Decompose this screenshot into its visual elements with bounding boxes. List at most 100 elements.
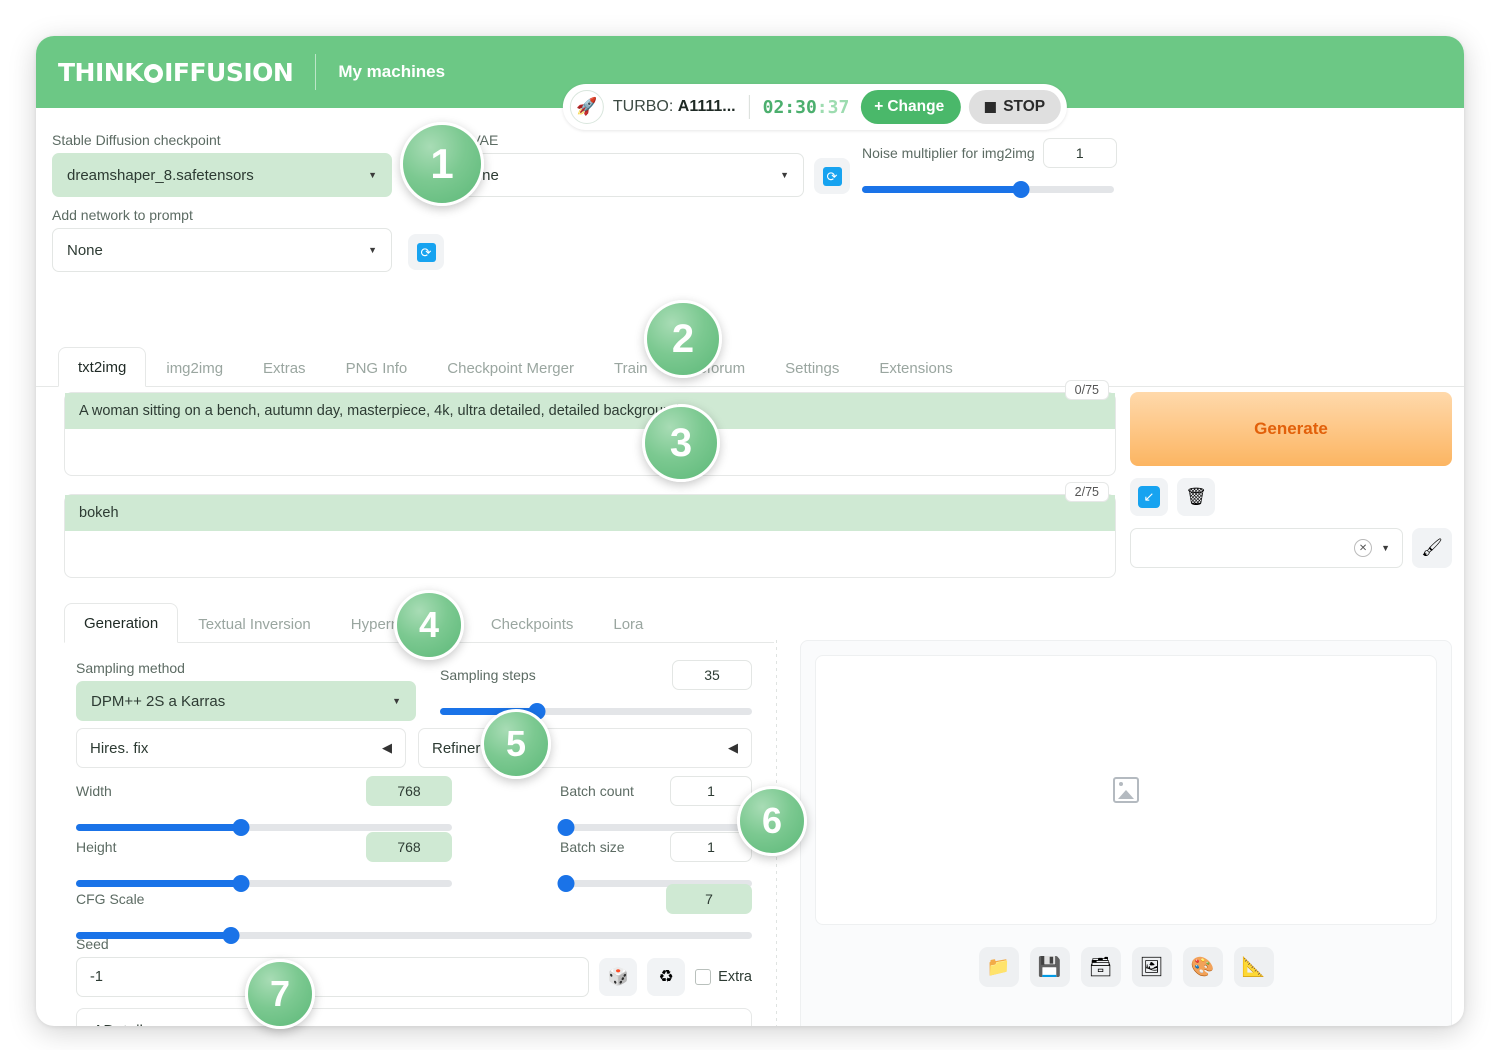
sampling-steps-slider[interactable] — [440, 702, 752, 720]
cfg-scale-value[interactable]: 7 — [666, 884, 752, 914]
machine-name-label: TURBO: A1111... — [613, 98, 736, 116]
batch-count-value[interactable]: 1 — [670, 776, 752, 806]
tab-generation[interactable]: Generation — [64, 603, 179, 643]
callout-badge-2: 2 — [644, 300, 722, 378]
tab-txt2img[interactable]: txt2img — [58, 347, 147, 387]
add-network-label: Add network to prompt — [52, 207, 193, 223]
preview-image-area[interactable] — [815, 655, 1437, 925]
height-value[interactable]: 768 — [366, 832, 452, 862]
paintbrush-icon: 🖌 — [1421, 538, 1443, 557]
rocket-icon: 🚀 — [569, 90, 604, 124]
reuse-seed-button[interactable]: ♻ — [647, 958, 686, 996]
send-to-inpaint-button[interactable]: 🎨 — [1182, 947, 1223, 987]
callout-badge-6: 6 — [737, 786, 807, 856]
tab-settings[interactable]: Settings — [765, 348, 859, 387]
add-network-group: Add network to prompt None ▼ — [52, 207, 392, 272]
cfg-scale-label: CFG Scale — [76, 891, 145, 907]
apply-style-button[interactable]: 🖌 — [1412, 528, 1452, 568]
save-floppy-button[interactable]: 💾 — [1029, 947, 1070, 987]
callout-badge-3: 3 — [642, 404, 720, 482]
pill-divider — [748, 95, 750, 119]
save-zip-icon: 🗃 — [1088, 957, 1113, 978]
seed-label: Seed — [76, 936, 109, 952]
noise-multiplier-value[interactable]: 1 — [1042, 138, 1117, 168]
checkpoint-select[interactable]: dreamshaper_8.safetensors ▼ — [52, 153, 392, 197]
hires-fix-row[interactable]: Hires. fix ◀ — [76, 728, 406, 768]
noise-multiplier-group: Noise multiplier for img2img 1 — [862, 138, 1117, 198]
noise-multiplier-slider[interactable] — [862, 180, 1114, 198]
change-machine-button[interactable]: + Change — [861, 90, 962, 124]
callout-badge-7: 7 — [245, 959, 315, 1029]
send-to-img2img-icon: 🖼 — [1139, 957, 1164, 978]
chevron-left-icon: ◀ — [728, 740, 738, 755]
width-value[interactable]: 768 — [366, 776, 452, 806]
preview-container: 📁 💾 🗃 🖼 🎨 📐 — [800, 640, 1452, 1026]
stop-label: STOP — [1003, 98, 1046, 115]
checkpoint-group: Stable Diffusion checkpoint dreamshaper_… — [52, 132, 392, 197]
save-zip-button[interactable]: 🗃 — [1080, 947, 1121, 987]
stop-square-icon — [985, 101, 997, 113]
chevron-left-icon: ◀ — [382, 740, 392, 755]
add-network-select[interactable]: None ▼ — [52, 228, 392, 272]
refiner-label: Refiner — [432, 739, 481, 757]
my-machines-link[interactable]: My machines — [338, 62, 445, 82]
timer-seconds: :37 — [816, 96, 850, 118]
preview-toolbar: 📁 💾 🗃 🖼 🎨 📐 — [801, 947, 1451, 987]
sampling-method-select[interactable]: DPM++ 2S a Karras ▼ — [76, 681, 416, 721]
refresh-icon: ⟳ — [822, 166, 842, 186]
tab-extras[interactable]: Extras — [243, 348, 326, 387]
logo-think-text: THINK — [58, 57, 144, 87]
positive-prompt-text: A woman sitting on a bench, autumn day, … — [65, 393, 1115, 429]
sd-vae-select[interactable]: None ▼ — [448, 153, 804, 197]
header-divider — [315, 54, 317, 90]
sampling-steps-label: Sampling steps — [440, 667, 536, 683]
tab-checkpoints[interactable]: Checkpoints — [471, 604, 594, 643]
chevron-down-icon[interactable]: ▼ — [1381, 543, 1390, 553]
restore-progress-button[interactable]: ↙ — [1130, 478, 1168, 516]
negative-prompt-box[interactable]: bokeh 2/75 — [64, 482, 1116, 578]
adetailer-header[interactable]: ADetailer ▼ — [77, 1009, 751, 1026]
adetailer-panel: ADetailer ▼ ✓ Enable ADetailer — [76, 1008, 752, 1026]
extra-seed-toggle[interactable]: Extra — [695, 969, 752, 985]
positive-prompt-box[interactable]: A woman sitting on a bench, autumn day, … — [64, 380, 1116, 476]
batch-size-label: Batch size — [560, 839, 625, 855]
generate-button[interactable]: Generate — [1130, 392, 1452, 466]
tab-textual-inversion[interactable]: Textual Inversion — [178, 604, 331, 643]
refresh-icon: ⟳ — [416, 242, 436, 262]
styles-select[interactable]: ✕ ▼ — [1130, 528, 1403, 568]
arrow-into-box-icon: ↙ — [1138, 486, 1160, 508]
clear-x-icon[interactable]: ✕ — [1354, 539, 1373, 557]
seed-input[interactable]: -1 — [76, 957, 590, 997]
send-to-img2img-button[interactable]: 🖼 — [1131, 947, 1172, 987]
save-floppy-icon: 💾 — [1037, 957, 1062, 978]
network-refresh-button[interactable]: ⟳ — [408, 234, 444, 270]
sd-vae-label: SD VAE — [448, 132, 499, 148]
image-placeholder-icon — [1113, 777, 1139, 803]
sampling-method-group: Sampling method DPM++ 2S a Karras ▼ — [76, 660, 416, 721]
vae-refresh-button[interactable]: ⟳ — [814, 158, 850, 194]
recycle-icon: ♻ — [658, 967, 674, 986]
send-to-extras-button[interactable]: 📐 — [1233, 947, 1274, 987]
checkpoint-value: dreamshaper_8.safetensors — [67, 166, 254, 184]
logo-dot-icon — [144, 63, 164, 83]
seed-group: Seed -1 🎲 ♻ Extra — [76, 936, 752, 997]
hires-fix-label: Hires. fix — [90, 739, 149, 757]
noise-multiplier-label: Noise multiplier for img2img — [862, 145, 1035, 161]
tab-lora[interactable]: Lora — [593, 604, 663, 643]
change-label: Change — [887, 98, 945, 115]
stop-machine-button[interactable]: STOP — [969, 90, 1062, 124]
send-to-extras-icon: 📐 — [1241, 957, 1266, 978]
tab-img2img[interactable]: img2img — [146, 348, 243, 387]
sampling-steps-value[interactable]: 35 — [672, 660, 752, 690]
clear-prompt-button[interactable]: 🗑 — [1177, 478, 1215, 516]
refiner-row[interactable]: Refiner ◀ — [418, 728, 752, 768]
folder-icon-button[interactable]: 📁 — [978, 947, 1019, 987]
tab-checkpoint-merger[interactable]: Checkpoint Merger — [427, 348, 594, 387]
extra-checkbox[interactable] — [695, 969, 712, 985]
dice-icon: 🎲 — [607, 967, 629, 986]
random-seed-button[interactable]: 🎲 — [599, 958, 638, 996]
height-label: Height — [76, 839, 117, 855]
tab-png-info[interactable]: PNG Info — [326, 348, 428, 387]
tab-extensions[interactable]: Extensions — [859, 348, 972, 387]
cfg-scale-group: CFG Scale 7 — [76, 884, 752, 944]
